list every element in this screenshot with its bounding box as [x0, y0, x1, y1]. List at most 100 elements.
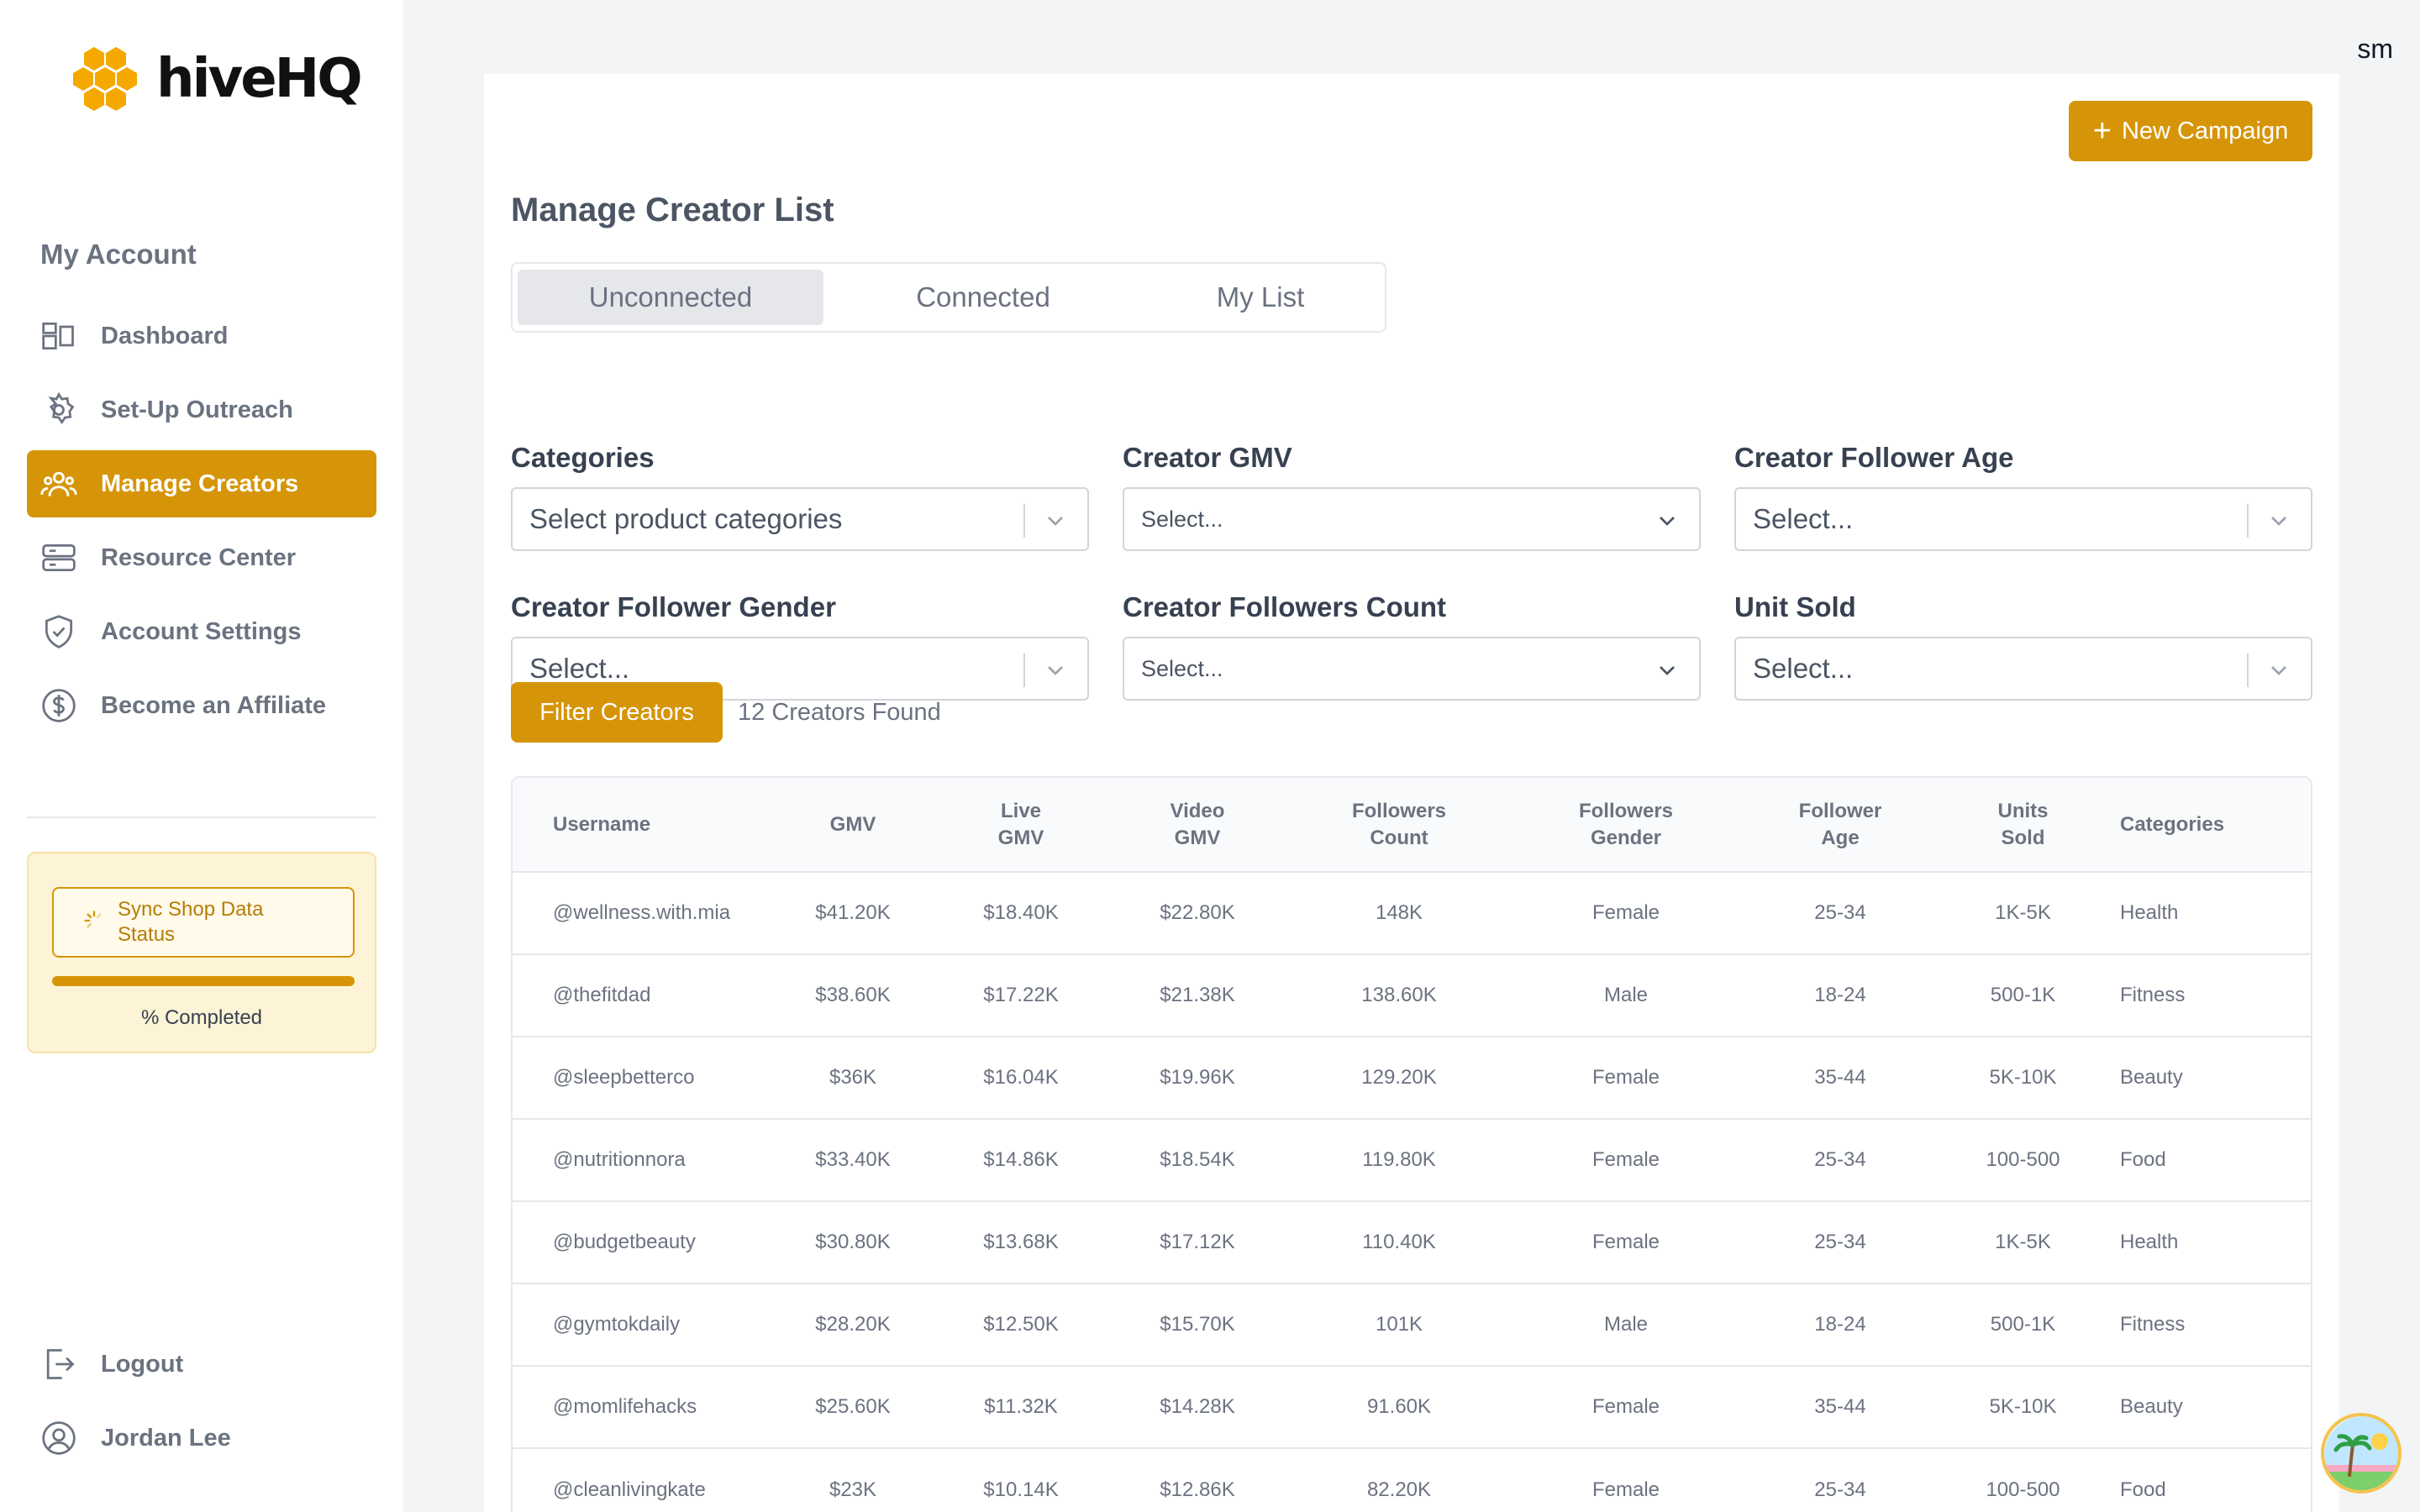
- column-header[interactable]: Live GMV: [924, 778, 1118, 872]
- column-header[interactable]: GMV: [781, 778, 924, 872]
- table-cell: @momlifehacks: [553, 1395, 697, 1418]
- new-campaign-label: New Campaign: [2121, 117, 2289, 144]
- sidebar-item-become-affiliate[interactable]: Become an Affiliate: [27, 672, 376, 739]
- sidebar-nav: Dashboard Set-Up Outreach Manage Creator…: [27, 302, 376, 746]
- table-row[interactable]: @sleepbetterco $36K $16.04K $19.96K 129.20K F…: [513, 1037, 2311, 1119]
- server-icon: [40, 539, 77, 576]
- table-cell: $23K: [829, 1478, 877, 1501]
- column-header[interactable]: Units Sold: [1949, 778, 2096, 872]
- table-cell: $38.60K: [815, 984, 891, 1006]
- table-row[interactable]: @budgetbeauty $30.80K $13.68K $17.12K 110.40…: [513, 1201, 2311, 1284]
- table-cell: $36K: [829, 1066, 877, 1089]
- tab-unconnected[interactable]: Unconnected: [518, 270, 823, 325]
- select-separator: [2247, 504, 2249, 538]
- categories-select[interactable]: Select product categories: [511, 487, 1089, 551]
- table-row[interactable]: @cleanlivingkate $23K $10.14K $12.86K 82.20K…: [513, 1448, 2311, 1512]
- column-header[interactable]: Followers Gender: [1521, 778, 1731, 872]
- table-cell: Health: [2120, 901, 2179, 924]
- table-cell: Fitness: [2120, 984, 2186, 1006]
- logo[interactable]: hiveHQ: [67, 44, 363, 114]
- table-cell: @sleepbetterco: [553, 1066, 695, 1089]
- beach-avatar-icon: [2324, 1416, 2398, 1490]
- table-cell: Male: [1603, 1313, 1649, 1336]
- filter-label: Creator Followers Count: [1123, 591, 1447, 622]
- shield-icon: [40, 613, 77, 650]
- table-cell: 25-34: [1814, 1231, 1866, 1253]
- sidebar-item-profile[interactable]: Jordan Lee: [27, 1404, 376, 1472]
- filter-creators-button[interactable]: Filter Creators: [511, 682, 723, 743]
- table-cell: 500-1K: [1990, 1313, 2056, 1336]
- column-header-text: GMV: [997, 826, 1044, 849]
- table-cell: @nutritionnora: [553, 1148, 686, 1171]
- table-cell: 129.20K: [1361, 1066, 1437, 1089]
- filter-label: Unit Sold: [1734, 591, 1856, 622]
- table-cell: 100-500: [1986, 1148, 2060, 1171]
- new-campaign-button[interactable]: + New Campaign: [2069, 101, 2312, 161]
- sidebar-item-label: Resource Center: [101, 543, 297, 571]
- select-placeholder: Select...: [1141, 506, 1223, 532]
- sidebar-item-dashboard[interactable]: Dashboard: [27, 302, 376, 370]
- table-cell: $13.68K: [983, 1231, 1059, 1253]
- filter-label: Creator Follower Gender: [511, 591, 836, 622]
- table-row[interactable]: @momlifehacks $25.60K $11.32K $14.28K 91.60K…: [513, 1366, 2311, 1448]
- sidebar-item-label: Become an Affiliate: [101, 691, 327, 719]
- loading-spinner-icon: [84, 911, 102, 928]
- table-row[interactable]: @wellness.with.mia $41.20K $18.40K $22.80K 1…: [513, 872, 2311, 954]
- brand-name: hiveHQ: [156, 48, 363, 110]
- sync-shop-data-button[interactable]: Sync Shop Data Status: [52, 887, 355, 958]
- chevron-down-icon: [1048, 666, 1063, 675]
- column-header-text: Age: [1821, 826, 1860, 849]
- column-header[interactable]: Username: [513, 778, 781, 872]
- sidebar-item-account-settings[interactable]: Account Settings: [27, 598, 376, 665]
- column-header[interactable]: Video GMV: [1118, 778, 1277, 872]
- followers-count-select[interactable]: Select...: [1123, 637, 1701, 701]
- table-cell: $25.60K: [815, 1395, 891, 1418]
- table-cell: 101K: [1375, 1313, 1423, 1336]
- column-header-text: GMV: [1174, 826, 1221, 849]
- table-row[interactable]: @gymtokdaily $28.20K $12.50K $15.70K 101K Mal…: [513, 1284, 2311, 1366]
- chat-widget-button[interactable]: [2321, 1413, 2402, 1494]
- table-cell: Female: [1591, 901, 1660, 924]
- table-row[interactable]: @thefitdad $38.60K $17.22K $21.38K 138.60K Ma…: [513, 954, 2311, 1037]
- select-placeholder: Select...: [1753, 653, 1854, 684]
- filter-creator-gmv: Creator GMV Select...: [1123, 442, 1701, 551]
- sidebar-item-label: Dashboard: [101, 322, 229, 349]
- sidebar-item-setup-outreach[interactable]: Set-Up Outreach: [27, 376, 376, 444]
- creator-gmv-select[interactable]: Select...: [1123, 487, 1701, 551]
- select-placeholder: Select...: [1141, 655, 1223, 681]
- sidebar-item-logout[interactable]: Logout: [27, 1331, 376, 1398]
- table-cell: @wellness.with.mia: [553, 901, 731, 924]
- sidebar-item-resource-center[interactable]: Resource Center: [27, 524, 376, 591]
- tab-my-list[interactable]: My List: [1143, 270, 1378, 325]
- sync-progress-text: % Completed: [140, 1006, 263, 1029]
- gear-icon: [40, 391, 77, 428]
- table-cell: 18-24: [1814, 1313, 1866, 1336]
- user-initials[interactable]: sm: [2357, 34, 2393, 65]
- sidebar-item-manage-creators[interactable]: Manage Creators: [27, 450, 376, 517]
- table-cell: Fitness: [2120, 1313, 2186, 1336]
- column-header[interactable]: Categories: [2096, 778, 2311, 872]
- table-cell: $30.80K: [815, 1231, 891, 1253]
- tab-connected[interactable]: Connected: [823, 270, 1143, 325]
- table-cell: $12.50K: [983, 1313, 1059, 1336]
- dashboard-icon: [40, 318, 77, 354]
- chevron-down-icon: [2271, 517, 2286, 526]
- table-cell: $12.86K: [1160, 1478, 1235, 1501]
- creators-table: Username GMV Live GMV Video GMV Followers Count…: [511, 776, 2312, 1512]
- dollar-icon: [40, 687, 77, 724]
- table-cell: $28.20K: [815, 1313, 891, 1336]
- page-title: Manage Creator List: [511, 192, 834, 228]
- column-header[interactable]: Followers Count: [1277, 778, 1521, 872]
- filter-unit-sold: Unit Sold Select...: [1734, 591, 2312, 701]
- column-header[interactable]: Follower Age: [1731, 778, 1949, 872]
- table-row[interactable]: @nutritionnora $33.40K $14.86K $18.54K 119.8…: [513, 1119, 2311, 1201]
- unit-sold-select[interactable]: Select...: [1734, 637, 2312, 701]
- table-cell: Female: [1591, 1066, 1660, 1089]
- follower-age-select[interactable]: Select...: [1734, 487, 2312, 551]
- select-separator: [1023, 504, 1025, 538]
- column-header-text: Followers: [1578, 799, 1674, 822]
- select-placeholder: Select product categories: [529, 503, 843, 534]
- table-cell: $18.40K: [983, 901, 1059, 924]
- table-cell: 25-34: [1814, 901, 1866, 924]
- select-separator: [1023, 654, 1025, 687]
